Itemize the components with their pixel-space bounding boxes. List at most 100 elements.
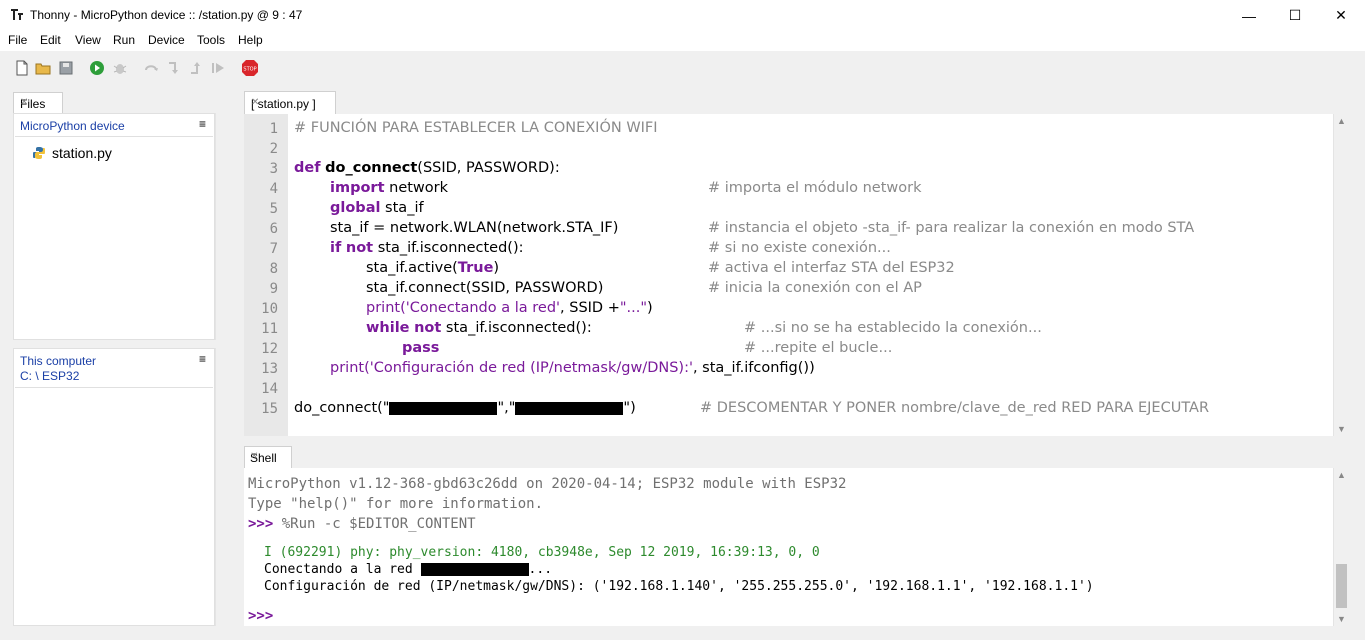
resume-icon[interactable] [210, 60, 226, 76]
menu-help[interactable]: Help [238, 33, 263, 47]
open-file-icon[interactable] [35, 60, 51, 76]
device-pane-scrollbar[interactable] [215, 113, 231, 340]
maximize-button[interactable]: ☐ [1272, 0, 1318, 31]
shell-banner-1: MicroPython v1.12-368-gbd63c26dd on 2020… [248, 476, 847, 492]
device-pane-menu-icon[interactable]: ≡ [199, 117, 206, 131]
line-number: 5 [269, 201, 278, 217]
code-line-1: # FUNCIÓN PARA ESTABLECER LA CONEXIÓN WI… [294, 120, 658, 136]
computer-pane-title: This computer [20, 354, 97, 368]
shell-banner-2: Type "help()" for more information. [248, 496, 544, 512]
redacted-ssid [389, 401, 498, 415]
shell-console[interactable]: MicroPython v1.12-368-gbd63c26dd on 2020… [244, 468, 1349, 626]
line-number: 11 [261, 321, 278, 337]
code-line-8: sta_if.active(True) [366, 260, 500, 276]
menu-device[interactable]: Device [148, 33, 185, 47]
line-number: 12 [261, 341, 278, 357]
thonny-logo-icon [11, 9, 23, 20]
redacted-password [515, 401, 624, 415]
minimize-button[interactable]: — [1226, 0, 1272, 31]
file-item-station[interactable]: station.py [32, 144, 182, 164]
tab-files[interactable]: Files ✕ [13, 92, 63, 114]
code-line-3: def do_connect(SSID, PASSWORD): [294, 160, 560, 176]
line-number: 6 [269, 221, 278, 237]
title-bar: Thonny - MicroPython device :: /station.… [0, 0, 1365, 31]
line-number: 13 [261, 361, 278, 377]
shell-output-1: Conectando a la red ... [264, 562, 553, 577]
code-line-7-comment: # si no existe conexión... [708, 240, 891, 256]
line-number: 1 [269, 121, 278, 137]
code-line-13: print('Configuración de red (IP/netmask/… [330, 360, 815, 376]
debug-icon[interactable] [112, 60, 128, 76]
files-panel: MicroPython device ≡ station.py This com… [13, 113, 231, 626]
shell-scrollbar[interactable]: ▲ ▼ [1333, 468, 1349, 626]
close-icon[interactable]: ✕ [251, 97, 331, 108]
line-number: 4 [269, 181, 278, 197]
device-pane-title: MicroPython device [20, 119, 125, 133]
code-line-4: import network [330, 180, 449, 196]
close-button[interactable]: ✕ [1318, 0, 1364, 31]
computer-pane-scrollbar[interactable] [215, 348, 231, 626]
menu-run[interactable]: Run [113, 33, 135, 47]
computer-path: C: \ ESP32 [20, 369, 80, 383]
close-icon[interactable]: ✕ [250, 451, 287, 462]
code-line-8-comment: # activa el interfaz STA del ESP32 [708, 260, 955, 276]
menu-bar: File Edit View Run Device Tools Help [0, 31, 1365, 51]
close-icon[interactable]: ✕ [20, 97, 58, 108]
file-name: station.py [52, 145, 112, 161]
svg-text:STOP: STOP [243, 67, 256, 73]
divider [15, 136, 213, 137]
step-into-icon[interactable] [166, 60, 182, 76]
scroll-up-icon[interactable]: ▲ [1337, 470, 1346, 480]
line-number: 14 [261, 381, 278, 397]
code-line-15: do_connect(" "," ") [294, 400, 636, 416]
code-line-15-comment: # DESCOMENTAR Y PONER nombre/clave_de_re… [700, 400, 1210, 416]
scroll-up-icon[interactable]: ▲ [1337, 116, 1346, 126]
shell-log-line: I (692291) phy: phy_version: 4180, cb394… [264, 545, 820, 560]
redacted-ssid [420, 563, 529, 576]
scroll-down-icon[interactable]: ▼ [1337, 424, 1346, 434]
shell-prompt[interactable]: >>> [248, 608, 273, 624]
code-line-9-comment: # inicia la conexión con el AP [708, 280, 922, 296]
code-line-11-comment: # ...si no se ha establecido la conexión… [744, 320, 1042, 336]
line-number: 2 [269, 141, 278, 157]
code-line-5: global sta_if [330, 200, 424, 216]
line-number: 10 [261, 301, 278, 317]
line-number: 3 [269, 161, 278, 177]
scrollbar-thumb[interactable] [1336, 564, 1347, 608]
new-file-icon[interactable] [14, 60, 30, 76]
run-icon[interactable] [89, 60, 105, 76]
tab-shell[interactable]: Shell ✕ [244, 446, 292, 468]
code-line-11: while not sta_if.isconnected(): [366, 320, 592, 336]
code-line-6-comment: # instancia el objeto -sta_if- para real… [708, 220, 1195, 236]
window-title: Thonny - MicroPython device :: /station.… [30, 8, 303, 22]
code-editor[interactable]: 1 2 3 4 5 6 7 8 9 10 11 12 13 14 15 # FU… [244, 114, 1349, 436]
line-number: 7 [269, 241, 278, 257]
toolbar: STOP [0, 51, 1365, 87]
step-over-icon[interactable] [144, 60, 160, 76]
python-file-icon [33, 147, 45, 159]
menu-file[interactable]: File [8, 33, 27, 47]
line-number-gutter: 1 2 3 4 5 6 7 8 9 10 11 12 13 14 15 [244, 114, 288, 436]
computer-pane: This computer C: \ ESP32 ≡ [13, 348, 215, 626]
menu-view[interactable]: View [75, 33, 101, 47]
code-line-12-comment: # ...repite el bucle... [744, 340, 893, 356]
line-number: 15 [261, 401, 278, 417]
code-line-4-comment: # importa el módulo network [708, 180, 922, 196]
code-line-7: if not sta_if.isconnected(): [330, 240, 524, 256]
code-line-6: sta_if = network.WLAN(network.STA_IF) [330, 220, 619, 236]
menu-edit[interactable]: Edit [40, 33, 61, 47]
step-out-icon[interactable] [188, 60, 204, 76]
code-line-10: print('Conectando a la red', SSID +"..."… [366, 300, 653, 316]
line-number: 9 [269, 281, 278, 297]
save-icon[interactable] [58, 60, 74, 76]
code-line-9: sta_if.connect(SSID, PASSWORD) [366, 280, 604, 296]
divider [15, 387, 213, 388]
stop-icon[interactable]: STOP [241, 59, 259, 77]
scroll-down-icon[interactable]: ▼ [1337, 614, 1346, 624]
editor-scrollbar[interactable]: ▲ ▼ [1333, 114, 1349, 436]
device-pane: MicroPython device ≡ station.py [13, 113, 215, 340]
line-number: 8 [269, 261, 278, 277]
tab-station-py[interactable]: [ station.py ] ✕ [244, 91, 336, 114]
computer-pane-menu-icon[interactable]: ≡ [199, 352, 206, 366]
menu-tools[interactable]: Tools [197, 33, 225, 47]
